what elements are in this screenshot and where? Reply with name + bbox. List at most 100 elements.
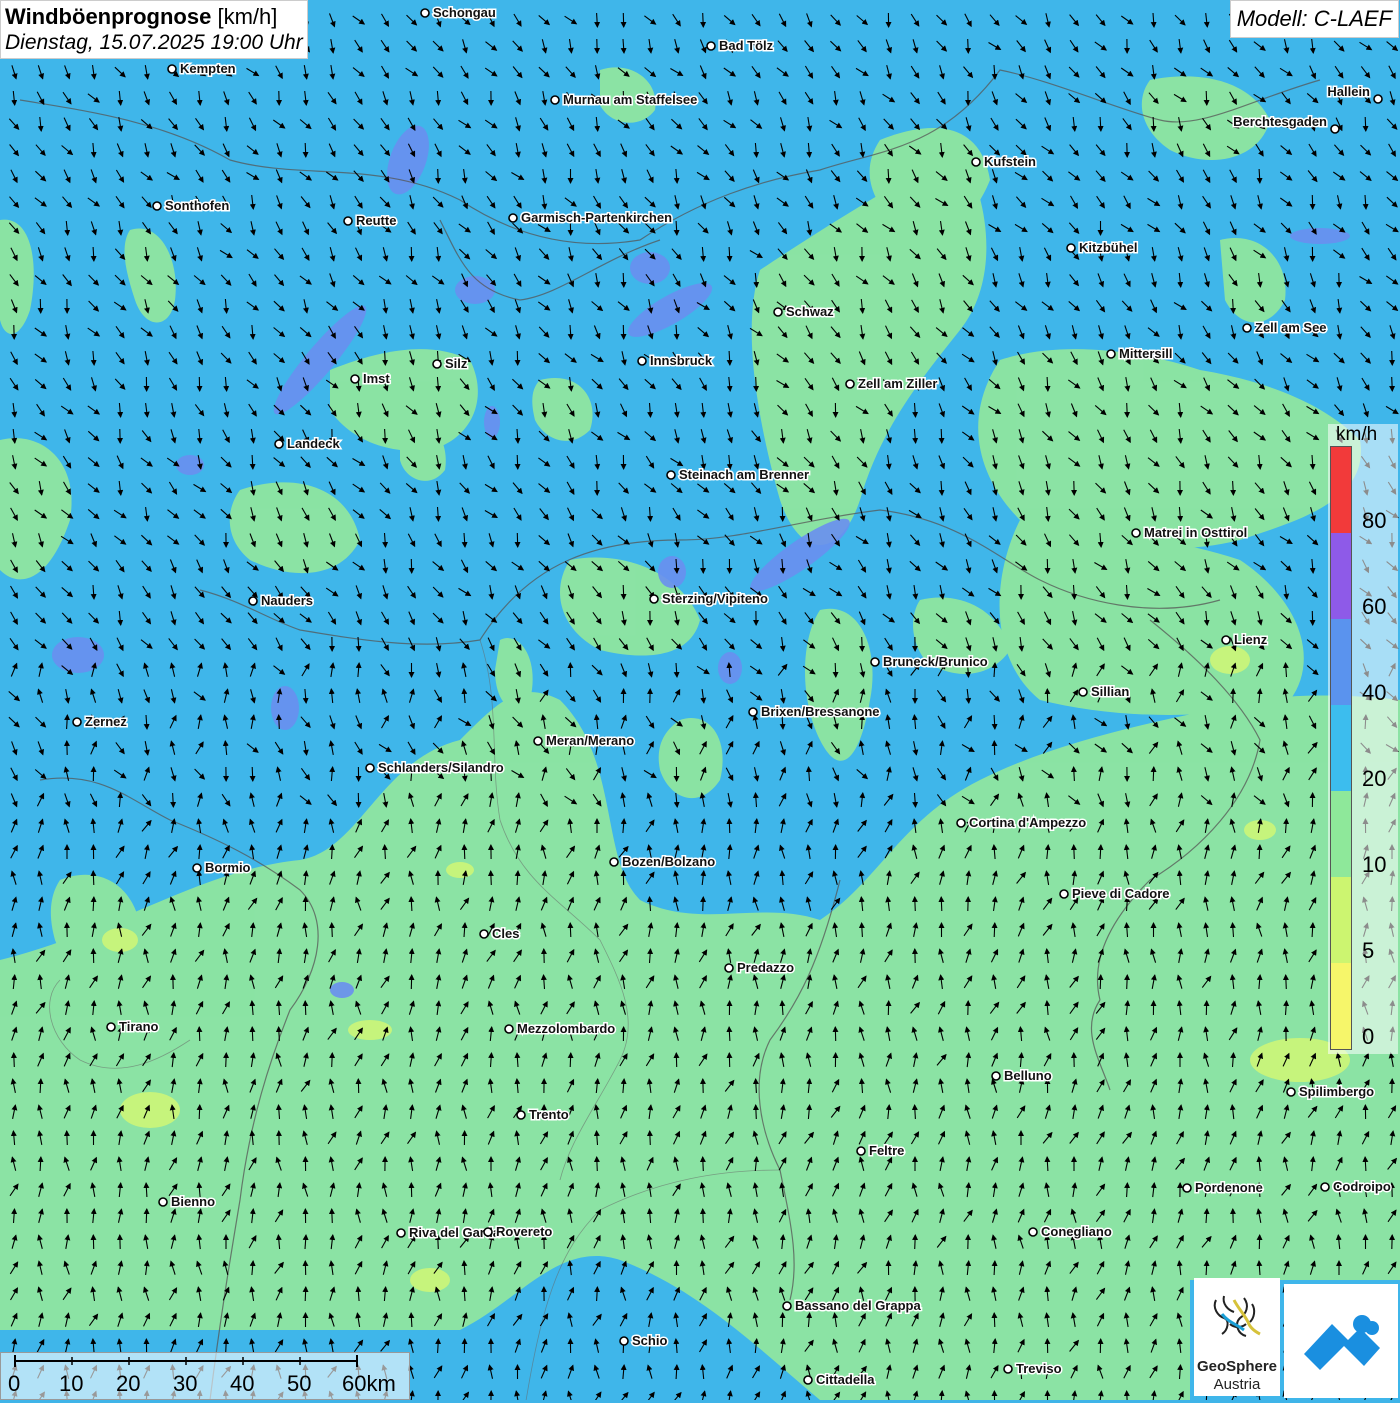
city-marker[interactable]: Steinach am Brenner	[667, 467, 809, 482]
city-dot-icon	[73, 718, 81, 726]
city-marker[interactable]: Zell am See	[1243, 320, 1327, 335]
city-dot-icon	[1321, 1183, 1329, 1191]
city-marker[interactable]: Innsbruck	[638, 353, 713, 368]
city-marker[interactable]: Spilimbergo	[1287, 1084, 1374, 1099]
city-marker[interactable]: Meran/Merano	[534, 733, 634, 748]
city-dot-icon	[857, 1147, 865, 1155]
legend-tick: 20	[1362, 766, 1386, 792]
wind-arrow	[438, 169, 439, 183]
city-dot-icon	[505, 1025, 513, 1033]
city-dot-icon	[153, 202, 161, 210]
city-marker[interactable]: Matrei in Osttirol	[1132, 525, 1247, 540]
city-label: Steinach am Brenner	[679, 467, 809, 482]
legend-seg-0-5	[1331, 963, 1351, 1049]
city-label: Innsbruck	[650, 353, 713, 368]
wind-arrow	[305, 1287, 306, 1301]
city-label: Kufstein	[984, 154, 1036, 169]
city-label: Mittersill	[1119, 346, 1172, 361]
legend-tick: 80	[1362, 508, 1386, 534]
wind-arrow	[1233, 689, 1234, 703]
city-marker[interactable]: Conegliano	[1029, 1224, 1112, 1239]
city-marker[interactable]: Zell am Ziller	[846, 376, 937, 391]
city-dot-icon	[707, 42, 715, 50]
wind-arrow	[703, 13, 704, 27]
city-dot-icon	[1243, 324, 1251, 332]
wind-arrow	[252, 1027, 253, 1041]
city-marker[interactable]: Schongau	[421, 5, 496, 20]
title-bold: Windböenprognose	[5, 4, 211, 29]
city-label: Bozen/Bolzano	[622, 854, 715, 869]
city-marker[interactable]: Murnau am Staffelsee	[551, 92, 697, 107]
scale-label: 20	[116, 1371, 140, 1397]
weather-app-logo[interactable]	[1284, 1284, 1398, 1398]
wind-arrow	[491, 871, 492, 885]
city-label: Cittadella	[816, 1372, 875, 1387]
city-dot-icon	[1222, 636, 1230, 644]
city-dot-icon	[804, 1376, 812, 1384]
city-dot-icon	[509, 214, 517, 222]
mountain-cloud-icon	[1284, 1284, 1398, 1398]
wind-arrow	[332, 1209, 333, 1223]
wind-gust-map[interactable]: SchongauBad TölzKemptenHalleinMurnau am …	[0, 0, 1400, 1400]
city-label: Sillian	[1091, 684, 1129, 699]
city-dot-icon	[846, 380, 854, 388]
city-label: Hallein	[1327, 84, 1370, 99]
city-marker[interactable]: Pordenone	[1183, 1180, 1263, 1195]
city-dot-icon	[783, 1302, 791, 1310]
city-dot-icon	[725, 964, 733, 972]
wind-arrow	[994, 923, 995, 937]
city-marker[interactable]: Bozen/Bolzano	[610, 854, 715, 869]
city-dot-icon	[1029, 1228, 1037, 1236]
wind-arrow	[252, 767, 253, 781]
city-marker[interactable]: Brixen/Bressanone	[749, 704, 880, 719]
city-label: Conegliano	[1041, 1224, 1112, 1239]
geosphere-logo[interactable]: GeoSphere Austria	[1194, 1278, 1280, 1396]
wind-arrow	[703, 897, 704, 911]
city-label: Treviso	[1016, 1361, 1062, 1376]
city-dot-icon	[749, 708, 757, 716]
city-marker[interactable]: Garmisch-Partenkirchen	[509, 210, 672, 225]
scale-label: 0	[8, 1371, 20, 1397]
city-dot-icon	[249, 597, 257, 605]
city-label: Bormio	[205, 860, 251, 875]
city-marker[interactable]: Pieve di Cadore	[1060, 886, 1170, 901]
city-marker[interactable]: Mezzolombardo	[505, 1021, 615, 1036]
scale-bar: 0 10 20 30 40 50 60km	[0, 1352, 410, 1400]
city-marker[interactable]: Sonthofen	[153, 198, 229, 213]
wind-arrow	[226, 1339, 227, 1353]
legend-unit: km/h	[1336, 424, 1377, 446]
city-marker[interactable]: Bassano del Grappa	[783, 1298, 921, 1313]
city-label: Sterzing/Vipiteno	[662, 591, 768, 606]
city-dot-icon	[344, 217, 352, 225]
city-dot-icon	[275, 440, 283, 448]
city-marker[interactable]: Sterzing/Vipiteno	[650, 591, 768, 606]
city-marker[interactable]: Schlanders/Silandro	[366, 760, 504, 775]
city-dot-icon	[774, 308, 782, 316]
wind-arrow	[1127, 975, 1128, 989]
city-dot-icon	[421, 9, 429, 17]
city-label: Brixen/Bressanone	[761, 704, 880, 719]
wind-arrow	[941, 429, 942, 443]
model-label: Modell: C-LAEF	[1230, 0, 1399, 38]
city-label: Berchtesgaden	[1233, 114, 1327, 129]
wind-arrow	[1365, 117, 1366, 131]
city-marker[interactable]: Cortina d'Ampezzo	[957, 815, 1086, 830]
city-label: Mezzolombardo	[517, 1021, 615, 1036]
wind-arrow	[517, 455, 518, 469]
wind-arrow	[756, 377, 757, 391]
wind-arrow	[1392, 377, 1393, 391]
city-marker[interactable]: Bruneck/Brunico	[871, 654, 988, 669]
city-label: Kitzbühel	[1079, 240, 1138, 255]
wind-arrow	[703, 1157, 704, 1171]
legend-seg-5-10	[1331, 877, 1351, 963]
city-label: Spilimbergo	[1299, 1084, 1374, 1099]
wind-arrow	[1127, 403, 1128, 417]
city-dot-icon	[484, 1228, 492, 1236]
city-label: Zell am Ziller	[858, 376, 937, 391]
city-label: Kempten	[180, 61, 236, 76]
city-dot-icon	[638, 357, 646, 365]
legend-seg-20-40	[1331, 705, 1351, 791]
color-legend: km/h 80 60 40 20 10 5 0	[1328, 424, 1398, 1054]
scale-label: 60km	[342, 1371, 396, 1397]
city-label: Matrei in Osttirol	[1144, 525, 1247, 540]
